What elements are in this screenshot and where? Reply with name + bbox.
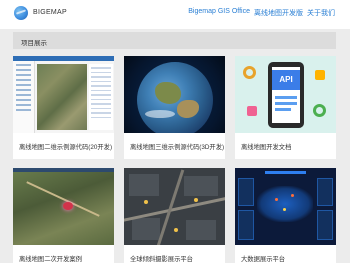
project-label[interactable]: 离线地图开发文档	[241, 142, 291, 151]
nav-gis-office[interactable]: Bigemap GIS Office	[188, 8, 250, 18]
brand-name[interactable]: BIGEMAP	[33, 9, 67, 16]
project-card-big-data[interactable]: 大数据展示平台	[235, 168, 336, 263]
project-card-secondary-dev[interactable]: 离线地图二次开发案例	[13, 168, 114, 263]
nav-offline-map-dev[interactable]: 离线地图开发版	[254, 8, 303, 18]
header: BIGEMAP Bigemap GIS Office 离线地图开发版 关于我们	[0, 0, 350, 29]
project-label[interactable]: 离线地图二维示例源代码(20开发)	[19, 142, 112, 151]
nav-about-us[interactable]: 关于我们	[307, 8, 335, 18]
top-nav: Bigemap GIS Office 离线地图开发版 关于我们	[188, 8, 335, 18]
project-label[interactable]: 全球倾斜摄影展示平台	[130, 254, 193, 263]
project-card-oblique-photo[interactable]: 全球倾斜摄影展示平台	[124, 168, 225, 263]
project-thumbnail-2d-demo[interactable]	[13, 56, 114, 133]
project-thumbnail-oblique-photo[interactable]	[124, 168, 225, 245]
project-thumbnail-dev-docs[interactable]: API	[235, 56, 336, 133]
project-card-2d-demo[interactable]: 离线地图二维示例源代码(20开发)	[13, 56, 114, 159]
project-card-dev-docs[interactable]: API 离线地图开发文档	[235, 56, 336, 159]
bigemap-logo-icon[interactable]	[14, 6, 28, 20]
project-label[interactable]: 离线地图二次开发案例	[19, 254, 82, 263]
api-icon: API	[272, 70, 300, 90]
project-thumbnail-secondary-dev[interactable]	[13, 168, 114, 245]
project-thumbnail-3d-demo[interactable]	[124, 56, 225, 133]
section-title: 项目展示	[21, 40, 47, 47]
section-header: 项目展示	[13, 32, 336, 49]
project-thumbnail-big-data[interactable]	[235, 168, 336, 245]
project-card-3d-demo[interactable]: 离线地图三维示例源代码(3D开发)	[124, 56, 225, 159]
project-label[interactable]: 大数据展示平台	[241, 254, 285, 263]
project-label[interactable]: 离线地图三维示例源代码(3D开发)	[130, 142, 224, 151]
